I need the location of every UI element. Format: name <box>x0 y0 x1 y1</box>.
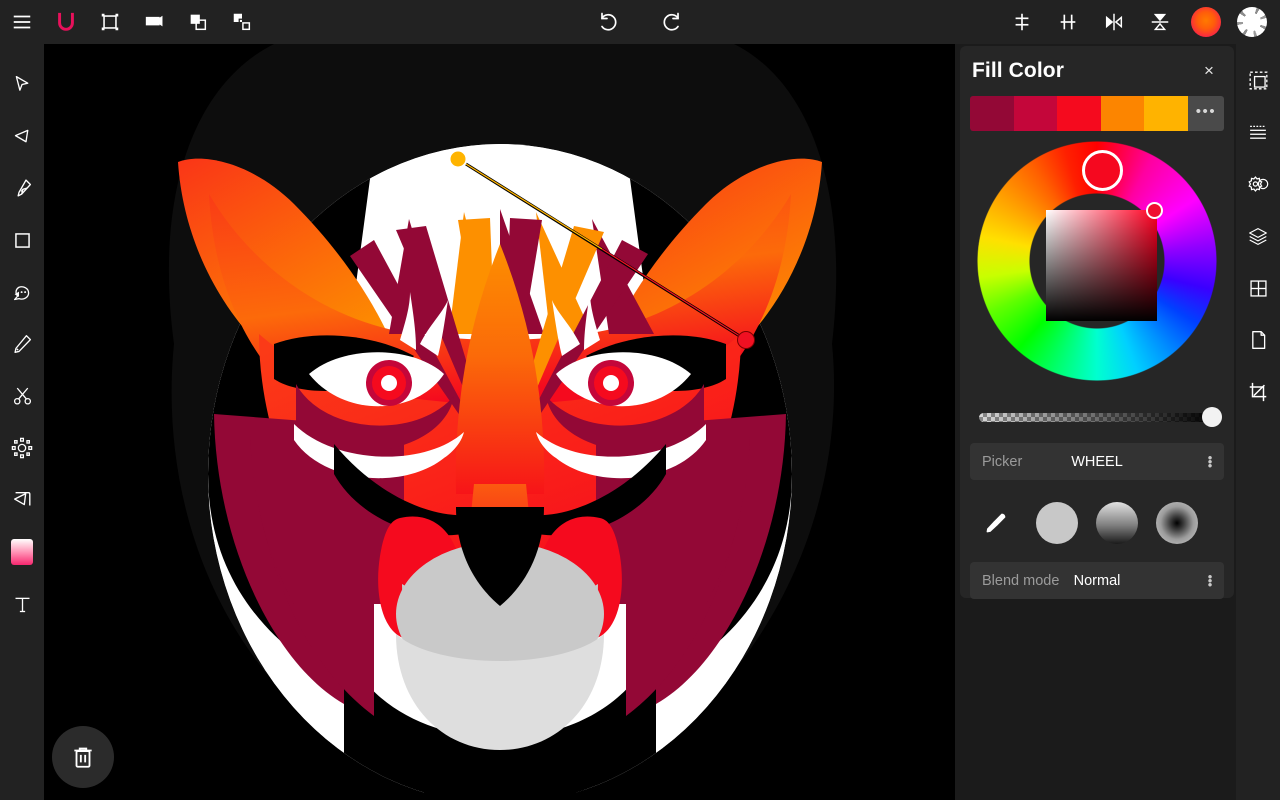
crop-inspector[interactable] <box>1236 366 1280 418</box>
mask-icon[interactable] <box>132 0 176 44</box>
node-tool[interactable] <box>0 110 44 162</box>
blend-mode-kebab-icon[interactable]: • • • <box>1206 570 1214 591</box>
top-toolbar-left <box>0 0 264 44</box>
opacity-orb[interactable] <box>1237 7 1267 37</box>
top-toolbar <box>0 0 1280 44</box>
flat-fill-option[interactable] <box>1036 502 1078 544</box>
brush-tool[interactable] <box>0 266 44 318</box>
pen-tool[interactable] <box>0 162 44 214</box>
fill-color-panel: Fill Color × ••• Picker WHEEL • • • Blen… <box>960 46 1234 599</box>
style-inspector[interactable] <box>1236 158 1280 210</box>
swatch-amber[interactable] <box>1144 96 1188 131</box>
radial-gradient-option[interactable] <box>1156 502 1198 544</box>
union-shapes-icon[interactable] <box>176 0 220 44</box>
artboard-icon[interactable] <box>88 0 132 44</box>
alpha-handle[interactable] <box>1202 407 1222 427</box>
u-logo-icon[interactable] <box>44 0 88 44</box>
layers-inspector[interactable] <box>1236 210 1280 262</box>
fill-color-orb[interactable] <box>1191 7 1221 37</box>
grid-inspector[interactable] <box>1236 262 1280 314</box>
color-swatch-tool[interactable] <box>0 526 44 578</box>
swatch-orange[interactable] <box>1100 96 1145 131</box>
pencil-tool[interactable] <box>0 318 44 370</box>
fill-type-row <box>970 494 1224 552</box>
flip-vertical-icon[interactable] <box>1138 0 1182 44</box>
redo-icon[interactable] <box>649 0 693 44</box>
selection-inspector[interactable] <box>1236 54 1280 106</box>
align-horizontal-icon[interactable] <box>1046 0 1090 44</box>
shape-tool[interactable] <box>0 214 44 266</box>
swatch-crimson[interactable] <box>1013 96 1058 131</box>
color-wheel[interactable] <box>970 141 1224 399</box>
left-toolbar <box>0 44 44 800</box>
alpha-slider[interactable] <box>972 407 1222 427</box>
panel-header: Fill Color × <box>970 46 1224 96</box>
alpha-track <box>979 413 1215 422</box>
opacity-orb-wrap <box>1230 0 1274 44</box>
picker-value: WHEEL <box>1071 453 1123 470</box>
picker-kebab-icon[interactable]: • • • <box>1206 451 1214 472</box>
document-inspector[interactable] <box>1236 314 1280 366</box>
text-tool[interactable] <box>0 578 44 630</box>
right-toolbar <box>1236 44 1280 800</box>
blend-mode-value: Normal <box>1073 572 1121 589</box>
saturation-value-square[interactable] <box>1046 210 1157 321</box>
artboard[interactable] <box>44 44 955 800</box>
swatch-red[interactable] <box>1057 96 1101 131</box>
scissors-tool[interactable] <box>0 370 44 422</box>
eyedropper-tool[interactable] <box>974 511 1018 535</box>
delete-button[interactable] <box>52 726 114 788</box>
tiger-artwork <box>44 44 955 800</box>
linear-gradient-option[interactable] <box>1096 502 1138 544</box>
symmetry-tool[interactable] <box>0 422 44 474</box>
close-icon[interactable]: × <box>1196 58 1222 84</box>
more-swatches-button[interactable]: ••• <box>1187 96 1224 131</box>
undo-icon[interactable] <box>587 0 631 44</box>
align-vertical-icon[interactable] <box>1000 0 1044 44</box>
panel-title: Fill Color <box>972 59 1064 82</box>
menu-icon[interactable] <box>0 0 44 44</box>
blend-mode-select[interactable]: Blend mode Normal • • • <box>970 562 1224 599</box>
trash-icon <box>74 747 92 768</box>
selection-tool[interactable] <box>0 58 44 110</box>
arrange-shapes-icon[interactable] <box>220 0 264 44</box>
swatch-row: ••• <box>970 96 1224 131</box>
color-swatch-preview <box>11 539 33 565</box>
hue-handle[interactable] <box>1082 150 1123 191</box>
flip-horizontal-icon[interactable] <box>1092 0 1136 44</box>
top-toolbar-right <box>1000 0 1274 44</box>
picker-select[interactable]: Picker WHEEL • • • <box>970 443 1224 480</box>
transform-tool[interactable] <box>0 474 44 526</box>
typography-inspector[interactable] <box>1236 106 1280 158</box>
app-root: Fill Color × ••• Picker WHEEL • • • Blen… <box>0 0 1280 800</box>
saturation-value-handle[interactable] <box>1146 202 1163 219</box>
swatch-deep-crimson[interactable] <box>970 96 1014 131</box>
fill-color-orb-wrap <box>1184 0 1228 44</box>
